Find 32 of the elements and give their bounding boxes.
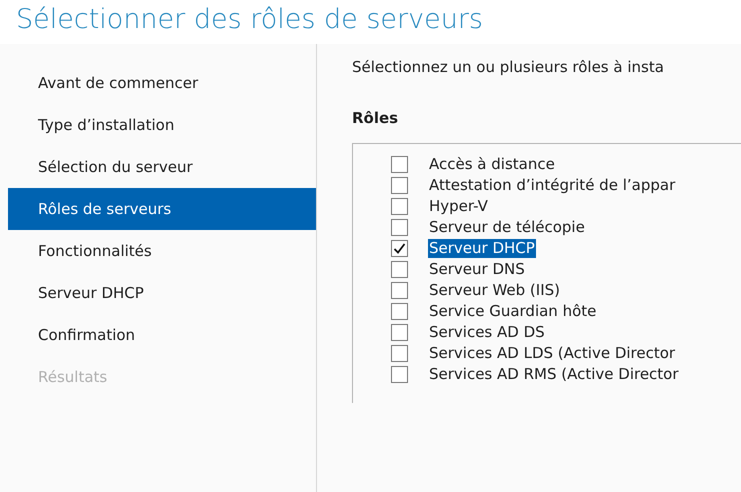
role-label[interactable]: Serveur Web (IIS) (428, 281, 562, 300)
role-label[interactable]: Serveur de télécopie (428, 218, 586, 237)
checkbox[interactable] (391, 240, 408, 257)
role-label[interactable]: Hyper-V (428, 197, 489, 216)
sidebar-item[interactable]: Rôles de serveurs (8, 188, 316, 230)
sidebar-item[interactable]: Sélection du serveur (8, 146, 316, 188)
sidebar-item[interactable]: Fonctionnalités (8, 230, 316, 272)
checkbox[interactable] (391, 261, 408, 278)
sidebar-item[interactable]: Confirmation (8, 314, 316, 356)
window-title: Sélectionner des rôles de serveurs (16, 3, 484, 37)
sidebar-item[interactable]: Serveur DHCP (8, 272, 316, 314)
checkbox[interactable] (391, 303, 408, 320)
role-label[interactable]: Attestation d’intégrité de l’appar (428, 176, 676, 195)
checkbox[interactable] (391, 219, 408, 236)
checkbox[interactable] (391, 198, 408, 215)
checkbox[interactable] (391, 177, 408, 194)
role-label[interactable]: Accès à distance (428, 155, 556, 174)
role-label[interactable]: Service Guardian hôte (428, 302, 598, 321)
sidebar-item[interactable]: Avant de commencer (8, 62, 316, 104)
role-label[interactable]: Services AD LDS (Active Director (428, 344, 676, 363)
instruction-text: Sélectionnez un ou plusieurs rôles à insta (352, 57, 665, 78)
role-label[interactable]: Services AD DS (428, 323, 546, 342)
roles-heading: Rôles (352, 108, 400, 128)
role-label[interactable]: Services AD RMS (Active Director (428, 365, 680, 384)
checkbox[interactable] (391, 345, 408, 362)
checkbox[interactable] (391, 366, 408, 383)
checkbox[interactable] (391, 324, 408, 341)
role-label[interactable]: Serveur DNS (428, 260, 526, 279)
checkbox[interactable] (391, 156, 408, 173)
role-label[interactable]: Serveur DHCP (428, 239, 536, 258)
checkbox[interactable] (391, 282, 408, 299)
sidebar-item[interactable]: Type d’installation (8, 104, 316, 146)
